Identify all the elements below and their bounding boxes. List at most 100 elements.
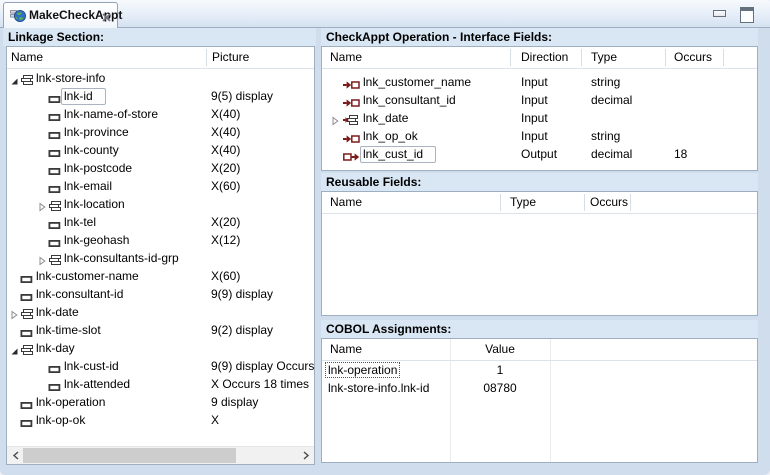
assignment-name[interactable]: lnk-operation [328, 361, 400, 379]
column-divider[interactable] [630, 194, 631, 211]
item-label: lnk-date [36, 303, 79, 321]
tree-item-lnk-time-slot[interactable]: lnk-time-slot9(2) display [7, 321, 314, 339]
tab-makecheckappt[interactable]: MakeCheckAppt [3, 2, 118, 28]
item-label: lnk-consultant-id [36, 285, 123, 303]
assignment-name[interactable]: lnk-store-info.lnk-id [328, 379, 429, 397]
scrollbar-thumb[interactable] [23, 448, 236, 463]
column-header-direction[interactable]: Direction [521, 47, 568, 67]
picture-value: X(40) [211, 123, 240, 141]
maximize-button[interactable] [740, 7, 754, 23]
tree-item-lnk-location[interactable]: lnk-location [7, 195, 314, 213]
interface-row-lnk_customer_name[interactable]: lnk_customer_nameInputstring [322, 73, 757, 91]
interface-row-lnk_op_ok[interactable]: lnk_op_okInputstring [322, 127, 757, 145]
output-icon [343, 149, 360, 167]
type-value: decimal [591, 91, 632, 109]
collapsed-icon[interactable] [37, 253, 48, 264]
minimize-button[interactable] [713, 10, 726, 17]
item-label: lnk-email [64, 177, 112, 195]
tree-item-lnk-op-ok[interactable]: lnk-op-okX [7, 411, 314, 429]
column-header-name[interactable]: Name [11, 47, 43, 67]
scroll-left-icon[interactable] [7, 447, 24, 464]
tree-item-lnk-id[interactable]: lnk-id 9(5) display [7, 87, 314, 105]
reusable-fields-table: Name Type Occurs [321, 191, 758, 316]
item-label: lnk_consultant_id [363, 91, 456, 109]
type-value: string [591, 73, 620, 91]
tree-item-lnk-county[interactable]: lnk-countyX(40) [7, 141, 314, 159]
item-label: lnk_cust_id [360, 146, 436, 163]
item-label: lnk-id [61, 88, 106, 105]
horizontal-scrollbar[interactable] [7, 446, 314, 464]
picture-value: 9(9) display [211, 285, 273, 303]
item-label: lnk_op_ok [363, 127, 418, 145]
tree-item-lnk-operation[interactable]: lnk-operation9 display [7, 393, 314, 411]
tree-item-lnk-postcode[interactable]: lnk-postcodeX(20) [7, 159, 314, 177]
collapsed-icon[interactable] [37, 199, 48, 210]
tree-item-lnk-cust-id[interactable]: lnk-cust-id9(9) display Occurs 18 times [7, 357, 314, 375]
item-label: lnk-name-of-store [64, 105, 158, 123]
tree-item-lnk-attended[interactable]: lnk-attendedX Occurs 18 times [7, 375, 314, 393]
tree-item-lnk-day[interactable]: lnk-day [7, 339, 314, 357]
picture-value: X Occurs 18 times [211, 375, 309, 393]
column-header-occurs[interactable]: Occurs [590, 192, 628, 212]
direction-value: Input [521, 109, 548, 127]
occurs-value: 18 [674, 145, 687, 163]
collapsed-icon[interactable] [9, 307, 20, 318]
item-label: lnk-location [64, 195, 125, 213]
column-header-picture[interactable]: Picture [212, 47, 249, 67]
column-header-name[interactable]: Name [330, 192, 362, 212]
tree-item-lnk-province[interactable]: lnk-provinceX(40) [7, 123, 314, 141]
column-divider[interactable] [665, 49, 666, 66]
picture-value: X(60) [211, 177, 240, 195]
column-divider[interactable] [206, 49, 207, 66]
column-divider[interactable] [723, 49, 724, 66]
column-divider[interactable] [581, 49, 582, 66]
item-label: lnk-time-slot [36, 321, 101, 339]
tree-item-lnk-consultants-id-grp[interactable]: lnk-consultants-id-grp [7, 249, 314, 267]
interface-row-lnk_date[interactable]: lnk_date Input [322, 109, 757, 127]
column-header-value[interactable]: Value [450, 339, 550, 359]
tree-item-lnk-geohash[interactable]: lnk-geohashX(12) [7, 231, 314, 249]
column-divider[interactable] [500, 194, 501, 211]
interface-row-lnk_cust_id[interactable]: lnk_cust_id Output decimal 18 [322, 145, 757, 163]
linkage-table-header: Name Picture [7, 47, 314, 69]
direction-value: Input [521, 127, 548, 145]
column-header-occurs[interactable]: Occurs [674, 47, 712, 67]
column-divider[interactable] [510, 49, 511, 66]
item-label: lnk-county [64, 141, 119, 159]
tree-item-lnk-store-info[interactable]: lnk-store-info [7, 69, 314, 87]
assignment-row-lnk-operation[interactable]: lnk-operation 1 [322, 361, 757, 379]
type-value: decimal [591, 145, 632, 163]
tree-item-lnk-customer-name[interactable]: lnk-customer-nameX(60) [7, 267, 314, 285]
tree-item-lnk-tel[interactable]: lnk-telX(20) [7, 213, 314, 231]
interface-row-lnk_consultant_id[interactable]: lnk_consultant_id Input decimal [322, 91, 757, 109]
picture-value: X(20) [211, 213, 240, 231]
column-header-name[interactable]: Name [330, 47, 362, 67]
assignment-value[interactable]: 08780 [450, 379, 550, 397]
picture-value: 9(5) display [211, 87, 273, 105]
direction-value: Output [521, 145, 557, 163]
tree-item-lnk-consultant-id[interactable]: lnk-consultant-id 9(9) display [7, 285, 314, 303]
tab-close-icon[interactable] [101, 10, 112, 21]
expanded-icon[interactable] [9, 343, 20, 354]
linkage-section-title: Linkage Section: [3, 28, 316, 46]
picture-value: 9 display [211, 393, 258, 411]
assignment-row-lnk-store-info.lnk-id[interactable]: lnk-store-info.lnk-id 08780 [322, 379, 757, 397]
scroll-right-icon[interactable] [297, 447, 314, 464]
column-header-name[interactable]: Name [330, 339, 362, 359]
item-label: lnk_date [363, 109, 408, 127]
column-divider[interactable] [584, 194, 585, 211]
editor-window: MakeCheckAppt Linkage Section: CheckAppt… [0, 0, 770, 475]
direction-value: Input [521, 91, 548, 109]
picture-value: X [211, 411, 219, 429]
item-label: lnk-consultants-id-grp [64, 249, 179, 267]
tree-item-lnk-date[interactable]: lnk-date [7, 303, 314, 321]
column-header-type[interactable]: Type [510, 192, 536, 212]
tree-item-lnk-email[interactable]: lnk-email X(60) [7, 177, 314, 195]
tree-item-lnk-name-of-store[interactable]: lnk-name-of-storeX(40) [7, 105, 314, 123]
collapsed-icon[interactable] [330, 113, 341, 124]
expanded-icon[interactable] [9, 73, 20, 84]
column-header-type[interactable]: Type [591, 47, 617, 67]
assignment-value[interactable]: 1 [450, 361, 550, 379]
cobol-table-header: Name Value [322, 339, 757, 361]
picture-value: X(20) [211, 159, 240, 177]
